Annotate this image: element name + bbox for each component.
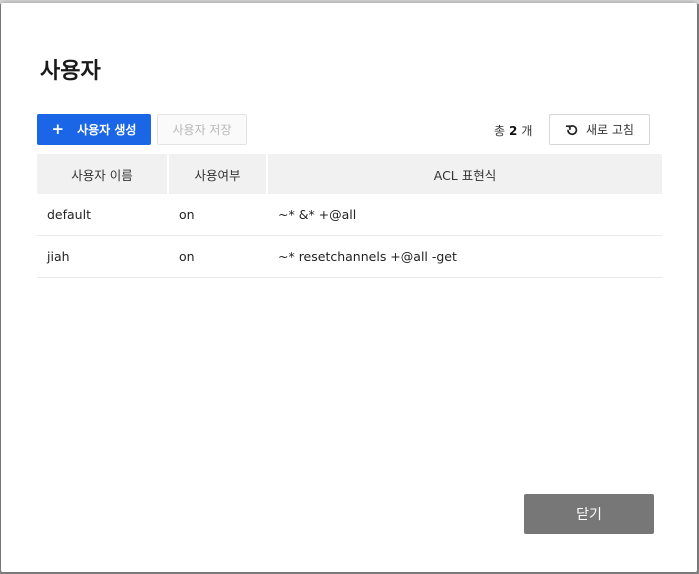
close-label: 닫기 (576, 507, 602, 523)
total-suffix: 개 (521, 124, 533, 138)
column-header-username[interactable]: 사용자 이름 (37, 154, 169, 194)
total-prefix: 총 (494, 124, 506, 138)
users-dialog: 사용자 + 사용자 생성 사용자 저장 총2개 새로 고침 사용자 이름 사용여… (1, 3, 697, 572)
table-row[interactable]: jiah on ~* resetchannels +@all -get (37, 236, 662, 278)
refresh-label: 새로 고침 (586, 123, 634, 137)
create-user-button[interactable]: + 사용자 생성 (37, 114, 151, 145)
table-header: 사용자 이름 사용여부 ACL 표현식 (37, 154, 662, 194)
save-user-label: 사용자 저장 (172, 123, 232, 137)
column-header-acl[interactable]: ACL 표현식 (268, 154, 662, 194)
close-button[interactable]: 닫기 (524, 494, 654, 534)
cell-username: jiah (47, 249, 70, 264)
cell-acl: ~* resetchannels +@all -get (278, 249, 457, 264)
users-table: 사용자 이름 사용여부 ACL 표현식 default on ~* &* +@a… (37, 154, 662, 278)
save-user-button[interactable]: 사용자 저장 (157, 114, 247, 145)
cell-acl: ~* &* +@all (278, 207, 357, 222)
dialog-title: 사용자 (40, 59, 101, 84)
refresh-icon (565, 124, 578, 135)
cell-enabled: on (179, 207, 195, 222)
create-user-label: 사용자 생성 (77, 123, 137, 137)
refresh-button[interactable]: 새로 고침 (549, 114, 650, 145)
table-row[interactable]: default on ~* &* +@all (37, 194, 662, 236)
cell-enabled: on (179, 249, 195, 264)
total-number: 2 (509, 124, 518, 138)
plus-icon: + (51, 120, 65, 138)
column-header-enabled[interactable]: 사용여부 (169, 154, 268, 194)
total-count: 총2개 (494, 122, 532, 139)
cell-username: default (47, 207, 91, 222)
